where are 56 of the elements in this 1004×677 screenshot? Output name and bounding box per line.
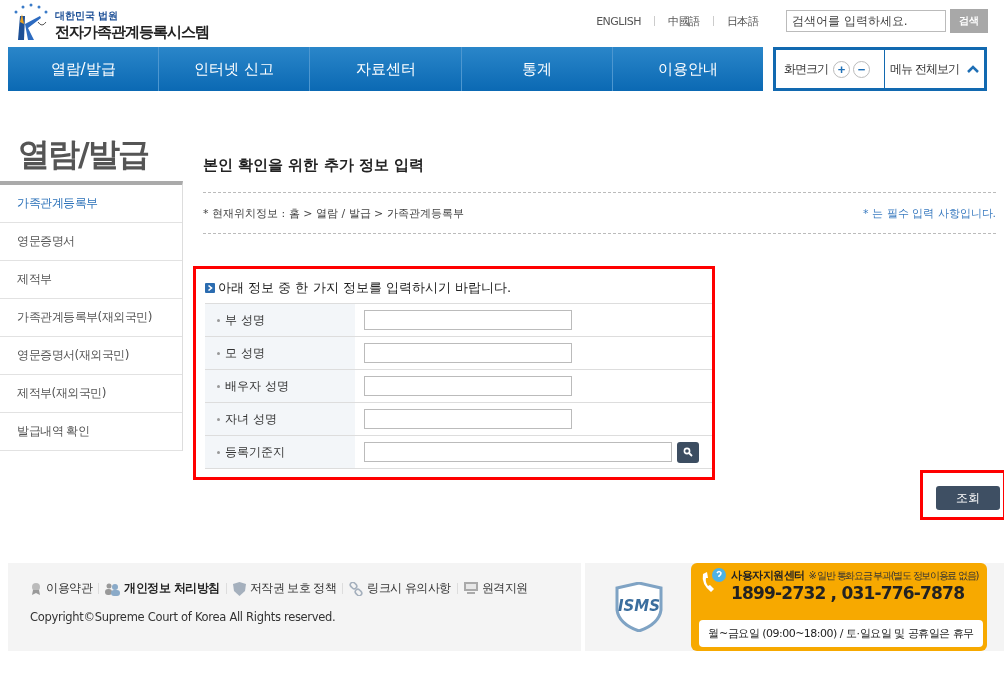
address-search-button[interactable] [677,441,699,463]
nav-menu-item[interactable]: 열람/발급 [8,47,159,91]
logo-title: 전자가족관계등록시스템 [55,23,209,42]
people-icon [105,581,120,596]
language-link[interactable]: 中國語 [668,13,700,29]
sidebar-item[interactable]: 영문증명서 [0,223,182,261]
sidebar-item[interactable]: 제적부(재외국민) [0,375,182,413]
chevron-up-icon [966,65,979,73]
language-link[interactable]: 日本語 [726,13,758,29]
name-field[interactable] [364,376,572,396]
footer-link[interactable]: 개인정보 처리방침 [105,581,220,596]
monitor-icon [464,582,478,595]
support-note: ※ 일반 통화요금 부과(별도 정보이용료 없음) [808,569,979,583]
nav-menu-item[interactable]: 자료센터 [309,47,461,91]
footer-link[interactable]: 원격지원 [464,581,528,596]
language-link[interactable]: ENGLISH [596,14,641,28]
support-hours: 월~금요일 (09:00~18:00) / 토·일요일 및 공휴일은 휴무 [699,620,983,647]
section-title: 열람/발급 [17,134,149,175]
nav-menu-item[interactable]: 인터넷 신고 [158,47,310,91]
field-label: 자녀 성명 [225,410,277,428]
nav-menu-item[interactable]: 이용안내 [611,47,763,91]
name-field[interactable] [364,310,572,330]
name-field[interactable] [364,343,572,363]
search-icon [683,447,693,457]
breadcrumb: * 현재위치정보 : 홈 > 열람 / 발급 > 가족관계등록부 [203,205,464,221]
page-title: 본인 확인을 위한 추가 정보 입력 [203,156,996,193]
phone-numbers: 1899-2732 , 031-776-7878 [731,583,966,603]
chevron-right-icon [205,283,215,293]
footer-link[interactable]: 이용약관 [30,581,92,596]
chain-link-icon [349,581,364,596]
sidebar-item[interactable]: 영문증명서(재외국민) [0,337,182,375]
award-icon [30,581,42,596]
zoom-out-button[interactable]: − [853,60,870,78]
field-label: 모 성명 [225,344,265,362]
sidebar-item[interactable]: 제적부 [0,261,182,299]
address-field[interactable] [364,442,672,462]
nav-menu-item[interactable]: 통계 [460,47,612,91]
support-title: 사용자지원센터 [731,568,805,583]
required-note: * 는 필수 입력 사항입니다. [863,205,996,221]
search-field[interactable]: 검색어를 입력하세요. [786,10,946,32]
field-label: 부 성명 [225,311,265,329]
name-field[interactable] [364,409,572,429]
copyright-text: Copyright©Supreme Court of Korea All Rights reserved. [30,610,337,624]
font-size-label: 화면크기 [784,61,828,77]
sidebar-item[interactable]: 발급내역 확인 [0,413,182,451]
field-label: 배우자 성명 [225,377,289,395]
footer-link[interactable]: 링크시 유의사항 [349,581,451,596]
logo-subtitle: 대한민국 법원 [55,9,120,23]
footer-link[interactable]: 저작권 보호 정책 [232,581,337,596]
sidebar-item[interactable]: 가족관계등록부(재외국민) [0,299,182,337]
sidebar-item[interactable]: 가족관계등록부 [0,185,182,223]
submit-button[interactable]: 조회 [936,486,1000,510]
field-label: 등록기준지 [225,443,285,461]
instruction-text: 아래 정보 중 한 가지 정보를 입력하시기 바랍니다. [218,279,512,297]
zoom-in-button[interactable]: + [833,60,850,78]
shield-icon [232,581,246,596]
